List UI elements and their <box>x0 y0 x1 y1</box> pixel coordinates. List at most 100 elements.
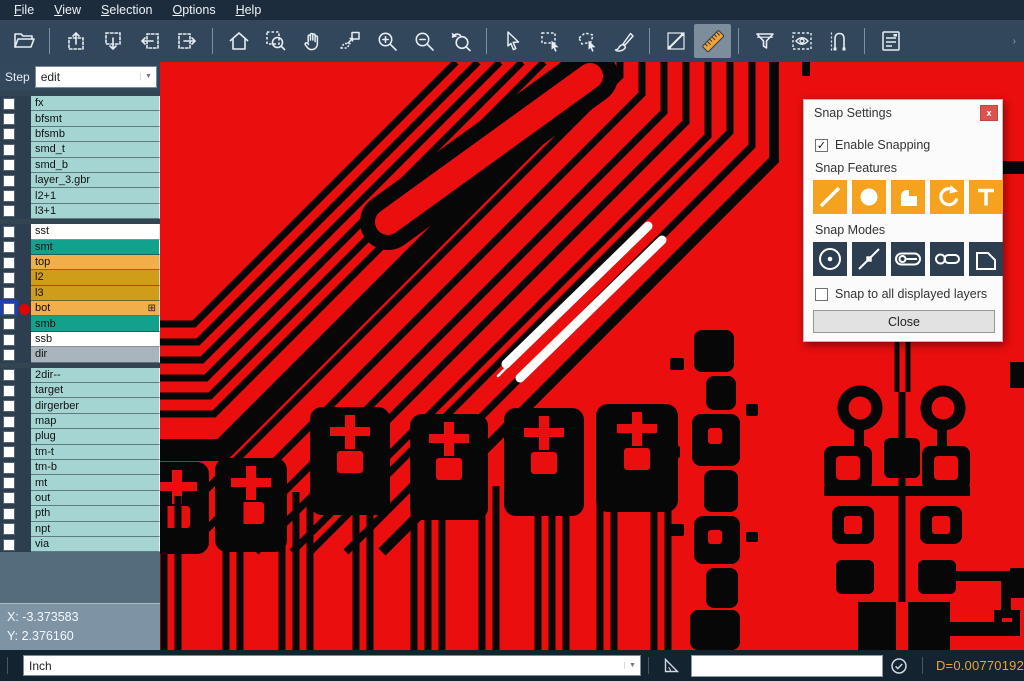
layer-row-smd_b[interactable]: smd_b <box>0 158 160 173</box>
layer-visibility-checkbox[interactable] <box>3 523 15 535</box>
layer-label[interactable]: fx <box>31 96 160 111</box>
layer-row-mt[interactable]: mt <box>0 475 160 490</box>
layer-visibility-checkbox[interactable] <box>3 159 15 171</box>
snap-mode-point-on-line-button[interactable] <box>852 242 886 276</box>
select-cursor-button[interactable] <box>494 24 531 58</box>
layer-row-target[interactable]: target <box>0 383 160 398</box>
view-options-button[interactable] <box>783 24 820 58</box>
menu-item-options[interactable]: Options <box>162 1 225 19</box>
layer-row-dirgerber[interactable]: dirgerber <box>0 398 160 413</box>
layer-visibility-checkbox[interactable] <box>3 508 15 520</box>
zoom-dynamic-button[interactable] <box>331 24 368 58</box>
layer-row-bfsmt[interactable]: bfsmt <box>0 111 160 126</box>
layer-visibility-checkbox[interactable] <box>3 303 15 315</box>
zoom-previous-button[interactable] <box>442 24 479 58</box>
layer-label[interactable]: smt <box>31 240 160 255</box>
layer-visibility-checkbox[interactable] <box>3 113 15 125</box>
layer-label[interactable]: target <box>31 383 160 398</box>
layer-label[interactable]: l3+1 <box>31 204 160 219</box>
pan-right-button[interactable] <box>168 24 205 58</box>
select-rectangle-button[interactable] <box>531 24 568 58</box>
layer-label[interactable]: smb <box>31 316 160 331</box>
layer-label[interactable]: bot⊞ <box>31 301 160 316</box>
layer-label[interactable]: via <box>31 537 160 552</box>
layer-row-tm-b[interactable]: tm-b <box>0 460 160 475</box>
measure-line-button[interactable] <box>657 24 694 58</box>
layer-row-l3+1[interactable]: l3+1 <box>0 204 160 219</box>
pan-down-button[interactable] <box>94 24 131 58</box>
layer-visibility-checkbox[interactable] <box>3 272 15 284</box>
layer-row-smb[interactable]: smb <box>0 316 160 331</box>
layer-row-fx[interactable]: fx <box>0 96 160 111</box>
layer-row-smt[interactable]: smt <box>0 240 160 255</box>
layer-row-pth[interactable]: pth <box>0 506 160 521</box>
layer-visibility-checkbox[interactable] <box>3 241 15 253</box>
layer-label[interactable]: l3 <box>31 286 160 301</box>
layer-visibility-checkbox[interactable] <box>3 416 15 428</box>
units-select[interactable]: Inch ▼ <box>23 655 641 676</box>
layer-row-layer_3.gbr[interactable]: layer_3.gbr <box>0 173 160 188</box>
snap-feature-pad-circle-button[interactable] <box>852 180 886 214</box>
zoom-window-button[interactable] <box>257 24 294 58</box>
layer-visibility-checkbox[interactable] <box>3 349 15 361</box>
layer-visibility-checkbox[interactable] <box>3 287 15 299</box>
layer-label[interactable]: dir <box>31 347 160 362</box>
layer-visibility-checkbox[interactable] <box>3 205 15 217</box>
net-trace-button[interactable] <box>820 24 857 58</box>
layer-label[interactable]: smd_t <box>31 142 160 157</box>
layer-label[interactable]: bfsmb <box>31 127 160 142</box>
pan-left-button[interactable] <box>131 24 168 58</box>
snap-mode-slot-right-button[interactable] <box>930 242 964 276</box>
layer-visibility-checkbox[interactable] <box>3 257 15 269</box>
layer-label[interactable]: map <box>31 414 160 429</box>
layer-row-smd_t[interactable]: smd_t <box>0 142 160 157</box>
menu-item-file[interactable]: File <box>4 1 44 19</box>
paint-brush-button[interactable] <box>605 24 642 58</box>
layer-label[interactable]: ssb <box>31 332 160 347</box>
zoom-out-button[interactable] <box>405 24 442 58</box>
layer-visibility-checkbox[interactable] <box>3 144 15 156</box>
layer-visibility-checkbox[interactable] <box>3 385 15 397</box>
layer-row-l2[interactable]: l2 <box>0 270 160 285</box>
open-file-button[interactable] <box>5 24 42 58</box>
layer-row-plug[interactable]: plug <box>0 429 160 444</box>
layer-row-out[interactable]: out <box>0 491 160 506</box>
layer-visibility-checkbox[interactable] <box>3 446 15 458</box>
step-select[interactable]: edit ▼ <box>35 66 157 88</box>
snap-mode-slot-left-button[interactable] <box>891 242 925 276</box>
layer-label[interactable]: l2+1 <box>31 188 160 203</box>
layer-label[interactable]: dirgerber <box>31 398 160 413</box>
layer-grid-icon[interactable]: ⊞ <box>148 303 156 314</box>
filter-button[interactable] <box>746 24 783 58</box>
zoom-in-button[interactable] <box>368 24 405 58</box>
select-polygon-button[interactable] <box>568 24 605 58</box>
layer-row-tm-t[interactable]: tm-t <box>0 445 160 460</box>
pan-hand-button[interactable] <box>294 24 331 58</box>
layer-row-l2+1[interactable]: l2+1 <box>0 188 160 203</box>
enable-snapping-checkbox[interactable]: ✓ <box>815 139 828 152</box>
layer-row-ssb[interactable]: ssb <box>0 332 160 347</box>
snap-feature-line-button[interactable] <box>813 180 847 214</box>
toolbar-overflow-chevron[interactable]: › <box>1013 36 1016 47</box>
layer-visibility-checkbox[interactable] <box>3 128 15 140</box>
layer-label[interactable]: tm-t <box>31 445 160 460</box>
measure-ruler-button[interactable] <box>694 24 731 58</box>
apply-check-icon[interactable] <box>889 656 909 676</box>
layer-visibility-checkbox[interactable] <box>3 98 15 110</box>
layer-label[interactable]: plug <box>31 429 160 444</box>
measure-input[interactable] <box>691 655 883 677</box>
report-panel-button[interactable] <box>872 24 909 58</box>
layer-row-via[interactable]: via <box>0 537 160 552</box>
snap-mode-center-button[interactable] <box>813 242 847 276</box>
layer-label[interactable]: top <box>31 255 160 270</box>
dialog-close-icon[interactable]: x <box>980 105 998 121</box>
layer-label[interactable]: pth <box>31 506 160 521</box>
menu-item-help[interactable]: Help <box>226 1 272 19</box>
layer-row-npt[interactable]: npt <box>0 522 160 537</box>
layer-visibility-checkbox[interactable] <box>3 462 15 474</box>
layer-row-2dir--[interactable]: 2dir-- <box>0 368 160 383</box>
dialog-close-button[interactable]: Close <box>813 310 995 333</box>
layer-visibility-checkbox[interactable] <box>3 334 15 346</box>
layer-visibility-checkbox[interactable] <box>3 190 15 202</box>
layer-visibility-checkbox[interactable] <box>3 477 15 489</box>
